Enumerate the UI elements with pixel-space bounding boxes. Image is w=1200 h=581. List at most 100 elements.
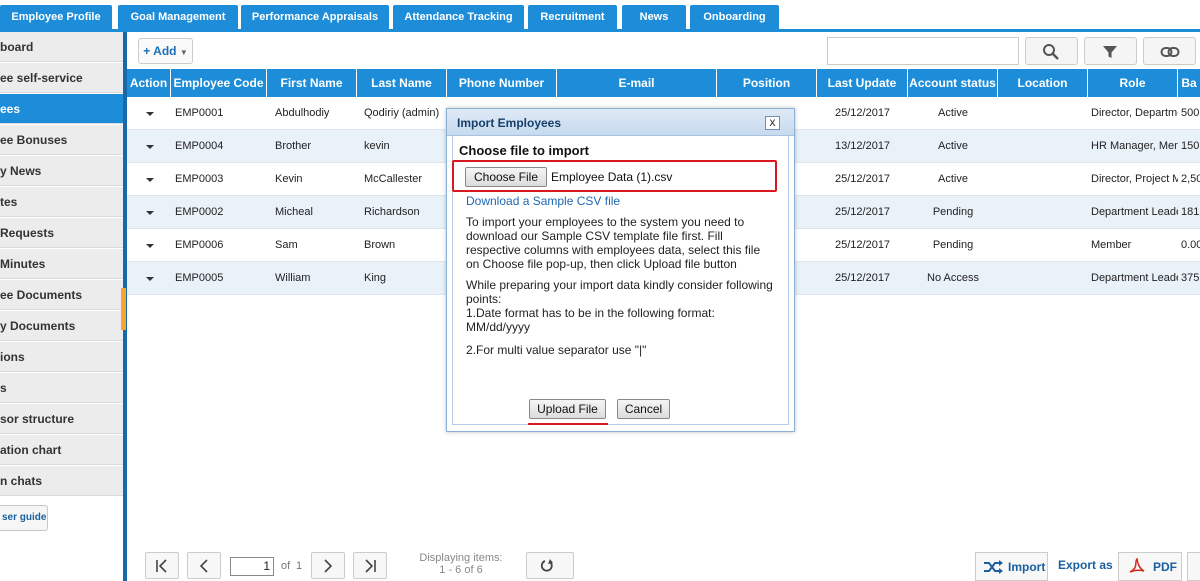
tab-news[interactable]: News [622, 5, 686, 31]
page-number-input[interactable]: 1 [230, 557, 274, 576]
row-action-caret-icon[interactable] [146, 244, 154, 248]
cell-ba: 375 [1181, 272, 1200, 284]
tab-recruitment[interactable]: Recruitment [528, 5, 617, 31]
cell-account-status: Active [938, 107, 968, 119]
dialog-title: Import Employees [457, 116, 562, 130]
cell-first-name: Brother [275, 140, 312, 152]
column-header-account-status[interactable]: Account status [908, 69, 998, 97]
sidebar-item-self-service[interactable]: ee self-service [0, 63, 123, 93]
column-header-last-name[interactable]: Last Name [357, 69, 447, 97]
next-page-button[interactable] [311, 552, 345, 579]
column-header-employee-code[interactable]: Employee Code [171, 69, 267, 97]
import-button[interactable]: Import [975, 552, 1048, 581]
column-header-location[interactable]: Location [998, 69, 1088, 97]
cell-employee-code: EMP0003 [175, 173, 224, 185]
filter-button[interactable] [1084, 37, 1137, 65]
tab-attendance-tracking[interactable]: Attendance Tracking [393, 5, 524, 31]
sidebar-item-label: s [0, 381, 7, 395]
row-action-caret-icon[interactable] [146, 145, 154, 149]
sidebar-item-label: board [0, 40, 34, 54]
cell-last-update: 25/12/2017 [835, 239, 891, 251]
cell-employee-code: EMP0001 [175, 107, 224, 119]
column-header-position[interactable]: Position [717, 69, 817, 97]
column-header-email[interactable]: E-mail [557, 69, 717, 97]
sidebar-item-bonuses[interactable]: ee Bonuses [0, 125, 123, 155]
sidebar-item-label: sor structure [0, 412, 75, 426]
sidebar-item-chats[interactable]: n chats [0, 466, 123, 496]
cell-first-name: Kevin [275, 173, 303, 185]
tab-employee-profile[interactable]: Employee Profile [0, 5, 112, 31]
refresh-button[interactable] [526, 552, 574, 579]
sidebar-item-notes[interactable]: tes [0, 187, 123, 217]
sidebar-item-supervisor-structure[interactable]: sor structure [0, 404, 123, 434]
cell-first-name: William [275, 272, 311, 284]
sidebar-item-organization-chart[interactable]: ation chart [0, 435, 123, 465]
previous-page-button[interactable] [187, 552, 221, 579]
cell-ba: 150 [1181, 140, 1200, 152]
search-input[interactable] [827, 37, 1019, 65]
cell-ba: 0.00 [1181, 239, 1200, 251]
user-guide-button[interactable]: ser guide [0, 505, 48, 531]
cell-account-status: Pending [932, 206, 974, 218]
add-button[interactable]: + Add ▼ [138, 38, 193, 64]
sidebar-item-news[interactable]: y News [0, 156, 123, 186]
search-icon [1043, 44, 1059, 60]
cancel-button[interactable]: Cancel [617, 399, 670, 419]
link-button[interactable] [1143, 37, 1196, 65]
last-page-button[interactable] [353, 552, 387, 579]
dialog-title-bar: Import Employees x [447, 109, 794, 136]
row-action-caret-icon[interactable] [146, 112, 154, 116]
cell-last-update: 25/12/2017 [835, 107, 891, 119]
sidebar-item-s[interactable]: s [0, 373, 123, 403]
first-page-icon [156, 559, 167, 573]
row-action-caret-icon[interactable] [146, 277, 154, 281]
export-pdf-button[interactable]: PDF [1118, 552, 1182, 581]
link-icon [1160, 47, 1180, 57]
cell-last-name: Brown [364, 239, 396, 251]
sidebar-item-label: y Documents [0, 319, 76, 333]
page-total-label: 1 [296, 560, 303, 572]
close-icon[interactable]: x [765, 116, 780, 130]
sidebar-collapse-handle[interactable] [121, 288, 126, 330]
cell-ba: 500 [1181, 107, 1200, 119]
column-header-phone-number[interactable]: Phone Number [447, 69, 557, 97]
row-action-caret-icon[interactable] [146, 211, 154, 215]
last-page-icon [365, 559, 376, 573]
sidebar-item-minutes[interactable]: Minutes [0, 249, 123, 279]
sidebar-item-positions[interactable]: ions [0, 342, 123, 372]
column-header-last-update[interactable]: Last Update [817, 69, 908, 97]
sidebar-item-employee-documents[interactable]: ee Documents [0, 280, 123, 310]
cell-employee-code: EMP0002 [175, 206, 224, 218]
considerations-line: points: [466, 292, 502, 306]
upload-file-button[interactable]: Upload File [529, 399, 606, 419]
import-label: Import [1008, 560, 1046, 574]
search-button[interactable] [1025, 37, 1078, 65]
sidebar-item-my-documents[interactable]: y Documents [0, 311, 123, 341]
export-excel-button[interactable] [1187, 552, 1200, 581]
sidebar-item-requests[interactable]: Requests [0, 218, 123, 248]
sidebar-item-employees[interactable]: ees [0, 94, 123, 124]
chevron-right-icon [324, 559, 333, 573]
cell-last-update: 25/12/2017 [835, 173, 891, 185]
sidebar-item-label: tes [0, 195, 18, 209]
column-header-ba[interactable]: Ba [1178, 69, 1200, 97]
tab-onboarding[interactable]: Onboarding [690, 5, 779, 31]
download-sample-csv-link[interactable]: Download a Sample CSV file [466, 194, 620, 208]
column-header-action[interactable]: Action [127, 69, 171, 97]
cell-last-name: Richardson [364, 206, 420, 218]
choose-file-button[interactable]: Choose File [465, 167, 547, 187]
column-header-first-name[interactable]: First Name [267, 69, 357, 97]
column-header-role[interactable]: Role [1088, 69, 1178, 97]
row-action-caret-icon[interactable] [146, 178, 154, 182]
sidebar-item-label: Requests [0, 226, 55, 240]
export-as-label: Export as [1058, 558, 1113, 572]
tab-performance-appraisals[interactable]: Performance Appraisals [241, 5, 389, 31]
considerations-paragraph: While preparing your import data kindly … [466, 278, 776, 334]
sidebar-item-dashboard[interactable]: board [0, 32, 123, 62]
tab-goal-management[interactable]: Goal Management [118, 5, 238, 31]
first-page-button[interactable] [145, 552, 179, 579]
sidebar-item-label: ation chart [0, 443, 62, 457]
cell-role: Member [1091, 239, 1132, 251]
cell-last-name: McCallester [364, 173, 423, 185]
cell-role: Director, Departme [1091, 107, 1178, 119]
